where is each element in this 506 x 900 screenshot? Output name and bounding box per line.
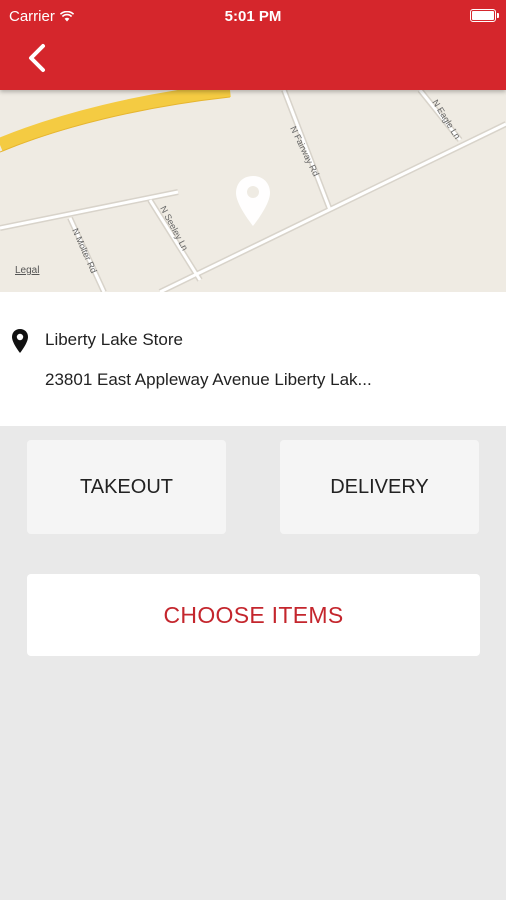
- delivery-button[interactable]: DELIVERY: [280, 440, 479, 534]
- back-button[interactable]: [22, 40, 56, 76]
- street-label: N Fairway Rd: [288, 124, 321, 177]
- delivery-label: DELIVERY: [330, 475, 429, 498]
- choose-items-button[interactable]: CHOOSE ITEMS: [27, 574, 480, 656]
- store-address: 23801 East Appleway Avenue Liberty Lak..…: [45, 370, 372, 389]
- store-info-card: Liberty Lake Store 23801 East Appleway A…: [0, 292, 506, 426]
- chevron-left-icon: [29, 44, 45, 72]
- takeout-label: TAKEOUT: [80, 475, 173, 498]
- street-label: N Eagle Ln: [430, 98, 462, 141]
- app-header: Carrier 5:01 PM: [0, 0, 506, 90]
- status-time: 5:01 PM: [224, 8, 282, 25]
- store-map[interactable]: N Fairway Rd N Eagle Ln N Seeley Ln N Mo…: [0, 90, 506, 292]
- choose-items-label: CHOOSE ITEMS: [163, 601, 344, 628]
- map-pin-icon: [236, 176, 270, 226]
- store-name: Liberty Lake Store: [45, 330, 183, 349]
- map-legal-link[interactable]: Legal: [15, 265, 39, 276]
- street-label: N Seeley Ln: [158, 204, 190, 252]
- location-pin-icon: [12, 329, 28, 353]
- status-bar: Carrier 5:01 PM: [0, 0, 506, 32]
- takeout-button[interactable]: TAKEOUT: [27, 440, 226, 534]
- battery-icon: [470, 9, 499, 22]
- street-label: N Molter Rd: [70, 227, 99, 275]
